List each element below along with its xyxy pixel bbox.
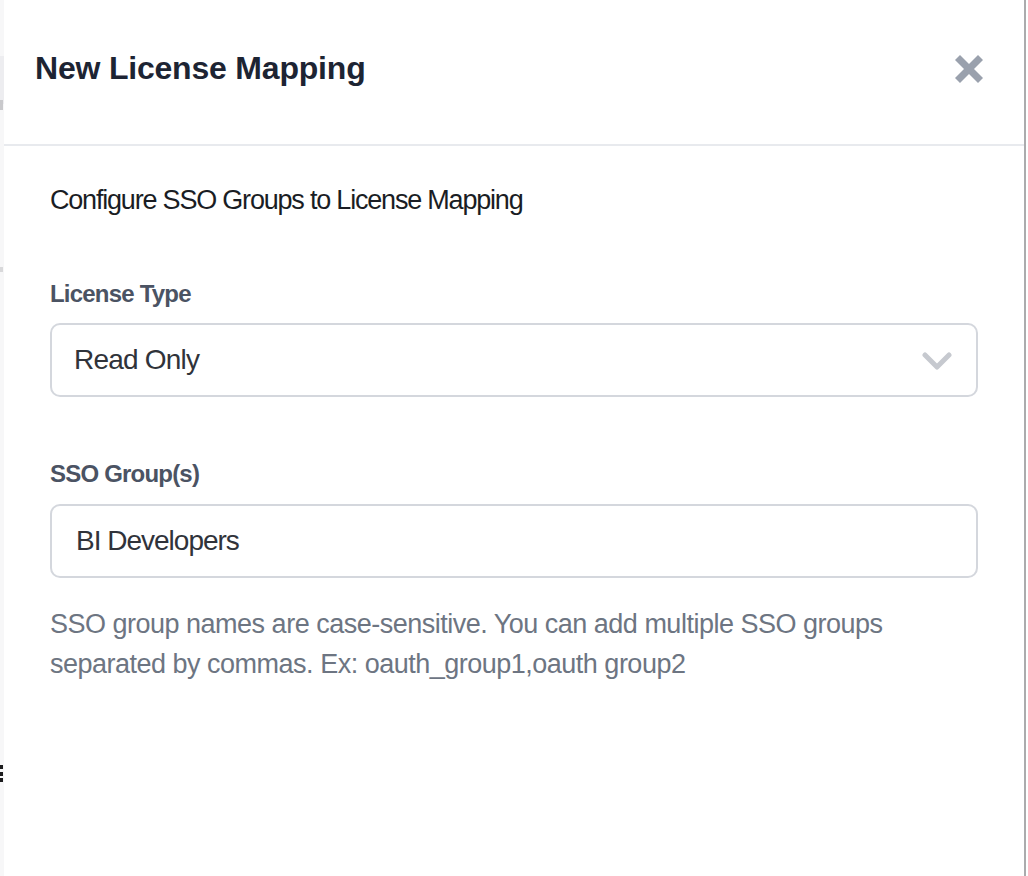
license-type-select[interactable]: Read Only xyxy=(50,323,978,397)
new-license-mapping-modal: New License Mapping Configure SSO Groups… xyxy=(0,0,1028,876)
page-edge-block xyxy=(0,56,4,104)
helper-line-2: separated by commas. Ex: oauth_group1,oa… xyxy=(50,644,883,684)
clipped-menu-icon xyxy=(0,772,3,776)
modal-right-edge xyxy=(1024,0,1026,876)
close-button[interactable] xyxy=(953,53,985,85)
sso-groups-label: SSO Group(s) xyxy=(50,460,199,488)
license-type-label: License Type xyxy=(50,280,191,308)
clipped-menu-icon xyxy=(0,765,3,769)
page-edge-dash xyxy=(0,100,3,110)
clipped-menu-icon xyxy=(0,778,3,782)
modal-title: New License Mapping xyxy=(35,50,365,87)
chevron-down-icon xyxy=(922,351,952,373)
helper-line-1: SSO group names are case-sensitive. You … xyxy=(50,604,883,644)
close-icon xyxy=(953,53,985,85)
modal-header: New License Mapping xyxy=(0,0,1024,146)
sso-groups-helper-text: SSO group names are case-sensitive. You … xyxy=(50,604,883,684)
page-edge-strip xyxy=(0,0,4,876)
modal-subtitle: Configure SSO Groups to License Mapping xyxy=(50,185,523,216)
sso-groups-input[interactable] xyxy=(50,504,978,578)
license-type-value: Read Only xyxy=(74,325,199,395)
page-edge-dash xyxy=(0,267,3,272)
